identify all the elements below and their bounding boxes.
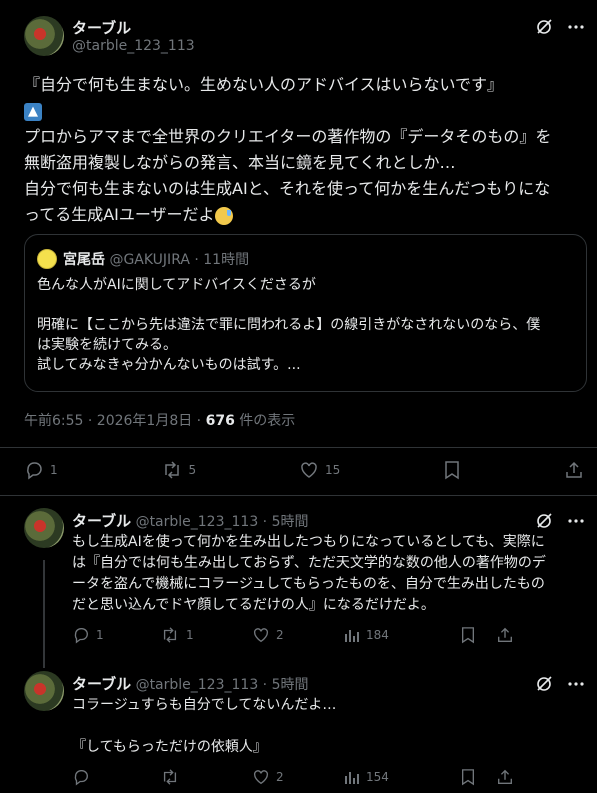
quote-line: 色んな人がAIに関してアドバイスくださるが [37, 277, 316, 293]
reply-header: ターブル @tarble_123_113 · 5時間 [72, 673, 308, 694]
bookmark-button[interactable] [460, 768, 496, 786]
views-count: 154 [366, 770, 389, 784]
reply-header: ターブル @tarble_123_113 · 5時間 [72, 510, 308, 531]
share-button[interactable] [496, 768, 514, 786]
reply-count: 1 [96, 628, 104, 642]
reply-count: 1 [50, 463, 58, 477]
reply-header-icons [535, 675, 585, 693]
tweet-meta: 午前6:55 · 2026年1月8日 · 676 件の表示 [24, 410, 295, 430]
reply-line: だと思い込んでドヤ顔してるだけの人』になるだけだよ。 [72, 597, 435, 613]
tweet-line: ってる生成AIユーザーだよ [24, 205, 215, 224]
reply-line: は『自分では何も生み出しておらず、ただ天文学的な数の他人の著作物のデ [72, 555, 546, 571]
view-label: 件の表示 [234, 413, 296, 429]
reply-button[interactable]: 1 [72, 626, 160, 644]
quoted-tweet[interactable]: 宮尾岳 @GAKUJIRA · 11時間 色んな人がAIに関してアドバイスくださ… [24, 234, 587, 392]
reply-author-name[interactable]: ターブル [72, 675, 131, 693]
tweet-text: 『自分で何も生まない。生めない人のアドバイスはいらないです』 ▲ プロからアマま… [24, 72, 584, 228]
repost-button[interactable]: 5 [161, 460, 197, 480]
tweet-line: 無断盗用複製しながらの発言、本当に鏡を見てくれとしか… [24, 153, 456, 172]
reply-handle-time[interactable]: @tarble_123_113 · 5時間 [136, 514, 309, 530]
quote-text: 色んな人がAIに関してアドバイスくださるが 明確に【ここから先は違法で罪に問われ… [37, 275, 577, 375]
views-button[interactable]: 184 [344, 627, 460, 643]
more-icon[interactable] [567, 18, 585, 36]
reply-header-icons [535, 512, 585, 530]
tweet-header-icons [535, 18, 585, 36]
more-icon[interactable] [567, 512, 585, 530]
thread-line [43, 560, 45, 668]
more-icon[interactable] [567, 675, 585, 693]
reply-button[interactable]: 1 [24, 460, 58, 480]
grok-icon[interactable] [535, 18, 553, 36]
avatar[interactable] [24, 671, 64, 711]
repost-count: 5 [188, 463, 197, 477]
views-button[interactable]: 154 [344, 769, 460, 785]
like-button[interactable]: 2 [252, 626, 344, 644]
like-button[interactable]: 15 [299, 460, 340, 480]
tweet-actions: 1 5 15 [24, 460, 584, 480]
reply-actions: 1 1 2 184 [72, 626, 587, 644]
view-count: 676 [205, 413, 235, 429]
quote-line: 明確に【ここから先は違法で罪に問われるよ】の線引きがなされないのなら、僕 [37, 317, 541, 333]
reply-button[interactable] [72, 768, 160, 786]
quote-handle-time: @GAKUJIRA · 11時間 [109, 252, 250, 268]
divider [0, 447, 597, 448]
quote-line [37, 295, 577, 315]
quote-line: 試してみなきゃ分かんないものは試す。... [37, 357, 301, 373]
divider [0, 495, 597, 496]
author-handle[interactable]: @tarble_123_113 [72, 38, 195, 54]
reply-line [72, 716, 587, 737]
like-count: 15 [325, 463, 341, 477]
quote-author-name: 宮尾岳 [63, 252, 105, 268]
quote-avatar [37, 249, 57, 269]
repost-button[interactable] [160, 768, 252, 786]
like-count: 2 [276, 628, 284, 642]
bookmark-button[interactable] [460, 626, 496, 644]
sweat-face-emoji-icon [214, 206, 233, 225]
reply-handle-time[interactable]: @tarble_123_113 · 5時間 [136, 677, 309, 693]
up-arrow-emoji-icon: ▲ [24, 102, 42, 121]
tweet-line: 自分で何も生まないのは生成AIと、それを使って何かを生んだつもりにな [24, 179, 551, 198]
reply-line: 『してもらっただけの依頼人』 [72, 739, 267, 755]
quote-header: 宮尾岳 @GAKUJIRA · 11時間 [63, 249, 249, 269]
like-button[interactable]: 2 [252, 768, 344, 786]
reply-line: コラージュすらも自分でしてないんだよ… [72, 697, 337, 713]
repost-button[interactable]: 1 [160, 626, 252, 644]
reply-author-name[interactable]: ターブル [72, 512, 131, 530]
tweet-timestamp[interactable]: 午前6:55 · 2026年1月8日 · [24, 413, 206, 429]
views-count: 184 [366, 628, 389, 642]
avatar[interactable] [24, 16, 64, 56]
author-name[interactable]: ターブル [72, 17, 131, 38]
tweet-line: 『自分で何も生まない。生めない人のアドバイスはいらないです』 [24, 75, 504, 94]
reply-text: もし生成AIを使って何かを生み出したつもりになっているとしても、実際に は『自分… [72, 532, 587, 616]
reply-line: ータを盗んで機械にコラージュしてもらったものを、自分で生み出したもの [72, 576, 545, 592]
grok-icon[interactable] [535, 512, 553, 530]
share-button[interactable] [496, 626, 514, 644]
reply-line: もし生成AIを使って何かを生み出したつもりになっているとしても、実際に [72, 534, 545, 550]
bookmark-button[interactable] [443, 460, 461, 480]
avatar[interactable] [24, 508, 64, 548]
share-button[interactable] [564, 460, 584, 480]
repost-count: 1 [186, 628, 194, 642]
reply-actions: 2 154 [72, 768, 587, 786]
reply-text: コラージュすらも自分でしてないんだよ… 『してもらっただけの依頼人』 [72, 695, 587, 758]
tweet-line: プロからアマまで全世界のクリエイターの著作物の『データそのもの』を [24, 127, 552, 146]
like-count: 2 [276, 770, 284, 784]
grok-icon[interactable] [535, 675, 553, 693]
quote-line: は実験を続けてみる。 [37, 337, 177, 353]
